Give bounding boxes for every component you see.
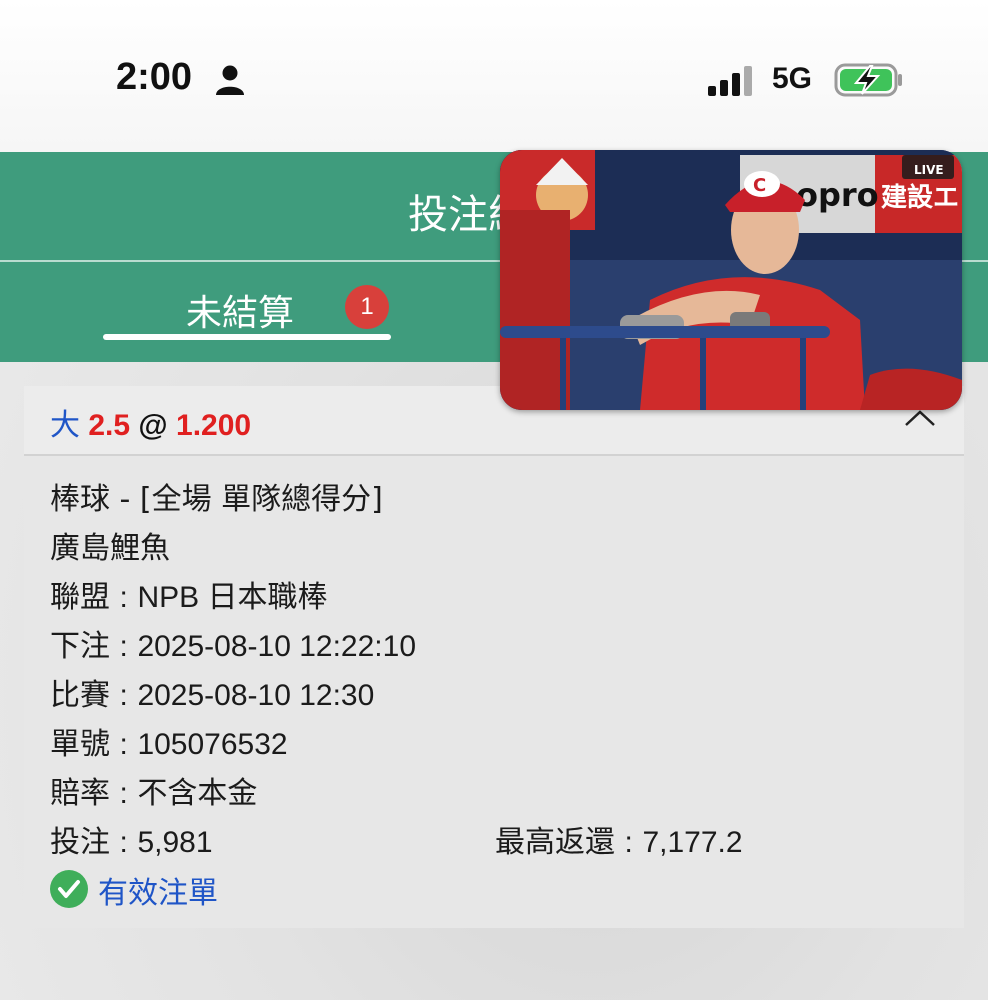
stake-row: 投注 : 5,981 xyxy=(50,817,213,861)
separator: : xyxy=(119,826,128,859)
tab-count-badge: 1 xyxy=(345,285,389,329)
odds-type-label: 賠率 xyxy=(50,776,110,811)
dugout-rail xyxy=(500,326,830,338)
chevron-up-icon[interactable] xyxy=(904,408,936,428)
league-value: NPB 日本職棒 xyxy=(137,581,328,614)
separator: : xyxy=(119,630,128,663)
match-time-value: 2025-08-10 12:30 xyxy=(137,679,375,712)
odds-type-value: 不含本金 xyxy=(137,776,258,811)
max-return-value: 7,177.2 xyxy=(642,826,743,859)
league-label: 聯盟 xyxy=(50,580,110,615)
stake-label: 投注 xyxy=(50,825,110,860)
separator: : xyxy=(119,581,128,614)
stake-value: 5,981 xyxy=(137,826,213,859)
odds-type-row: 賠率 : 不含本金 xyxy=(50,768,257,812)
bet-odds: 1.200 xyxy=(176,409,252,442)
status-time: 2:00 xyxy=(116,56,193,98)
cap-logo: C xyxy=(753,175,766,196)
video-frame: opro 建設エン LIVE C xyxy=(500,150,962,410)
bet-time-row: 下注 : 2025-08-10 12:22:10 xyxy=(50,621,416,665)
live-badge: LIVE xyxy=(914,163,944,177)
separator: : xyxy=(119,728,128,761)
max-return-row: 最高返還 : 7,177.2 xyxy=(495,817,743,861)
match-time-row: 比賽 : 2025-08-10 12:30 xyxy=(50,670,374,714)
bet-status-label: 有效注單 xyxy=(98,876,218,911)
active-tab-indicator xyxy=(103,334,391,340)
separator: : xyxy=(119,679,128,712)
ticket-label: 單號 xyxy=(50,727,110,762)
bet-time-value: 2025-08-10 12:22:10 xyxy=(137,630,417,663)
bet-side: 大 xyxy=(50,408,80,443)
person-icon xyxy=(216,65,244,95)
network-label: 5G xyxy=(772,62,813,95)
separator: : xyxy=(119,777,128,810)
battery-charging-icon xyxy=(834,63,902,97)
check-circle-icon xyxy=(50,870,88,908)
market-row: 棒球 - [全場 單隊總得分] xyxy=(50,482,383,517)
ticket-row: 單號 : 105076532 xyxy=(50,719,288,763)
bet-selection: 大 2.5 @ 1.200 xyxy=(50,400,251,444)
separator: : xyxy=(624,826,633,859)
match-time-label: 比賽 xyxy=(50,678,110,713)
max-return-label: 最高返還 xyxy=(495,825,615,860)
video-overlay-text-1: opro xyxy=(796,176,879,214)
league-row: 聯盟 : NPB 日本職棒 xyxy=(50,572,327,616)
signal-icon xyxy=(708,66,752,96)
ticket-value: 105076532 xyxy=(137,728,288,761)
bet-handicap: 2.5 xyxy=(88,409,131,442)
team-row: 廣島鯉魚 xyxy=(50,531,170,566)
tab-unsettled[interactable]: 未結算 xyxy=(186,284,294,336)
pip-video-player[interactable]: opro 建設エン LIVE C xyxy=(500,150,962,410)
bet-time-label: 下注 xyxy=(50,629,110,664)
bet-at-symbol: @ xyxy=(138,409,168,442)
video-overlay-text-2: 建設エン xyxy=(881,182,962,213)
